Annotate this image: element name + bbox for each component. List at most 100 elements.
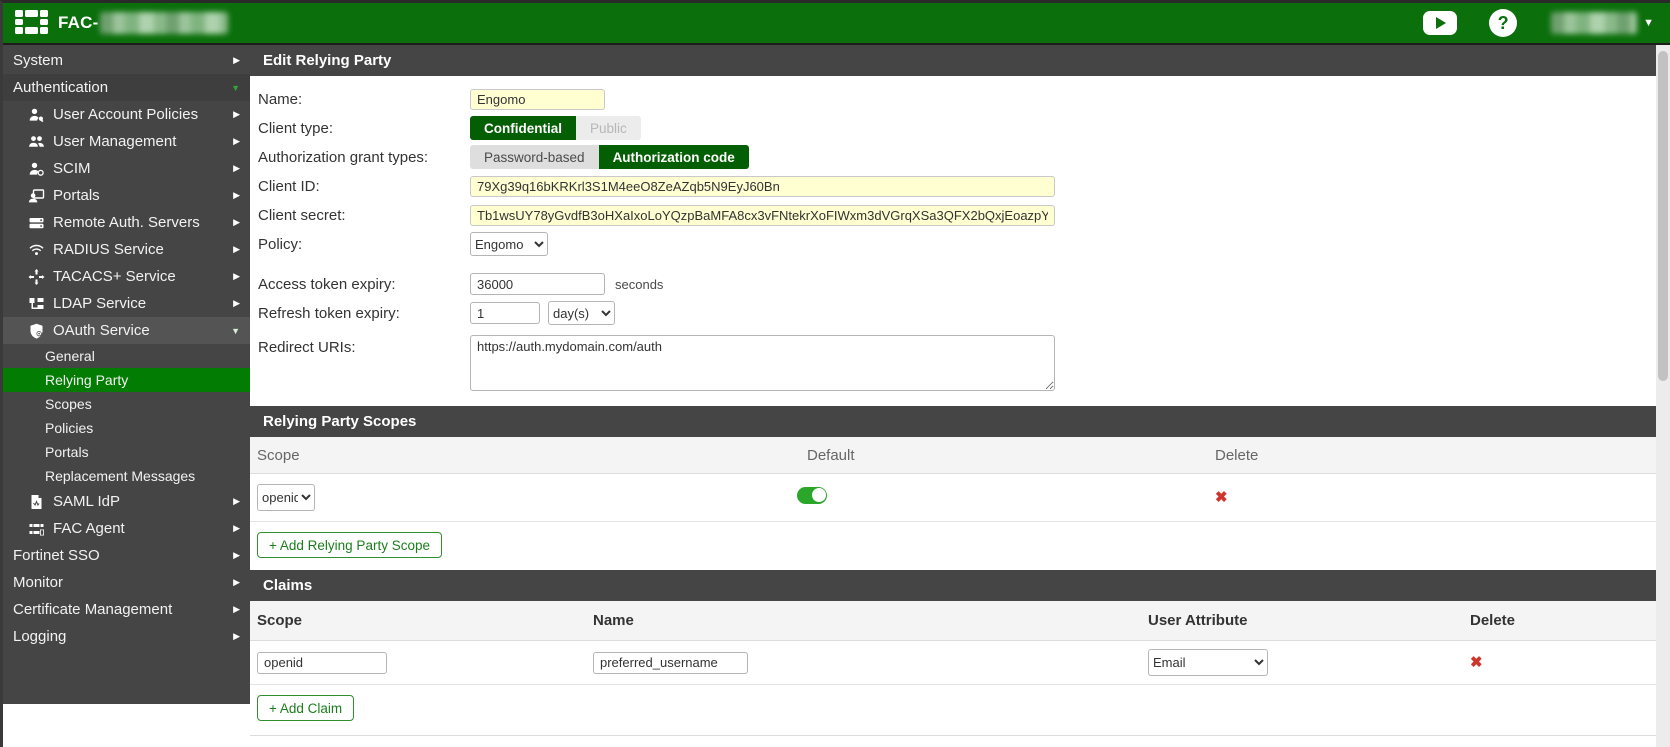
- chevron-down-icon: ▼: [231, 326, 240, 336]
- default-toggle[interactable]: [797, 487, 827, 504]
- sidebar-item-label: Remote Auth. Servers: [53, 214, 233, 231]
- client-type-label: Client type:: [258, 120, 470, 137]
- refresh-token-expiry-label: Refresh token expiry:: [258, 305, 470, 322]
- claim-name-input[interactable]: [593, 652, 748, 674]
- sidebar-item-scim[interactable]: SCIM▶: [3, 155, 250, 182]
- scopes-table-header: Scope Default Delete: [250, 437, 1656, 474]
- chevron-right-icon: ▶: [233, 298, 240, 309]
- sidebar-item-tacacs-service[interactable]: TACACS+ Service▶: [3, 263, 250, 290]
- client-secret-input[interactable]: [470, 205, 1055, 226]
- sidebar-item-label: Policies: [45, 420, 240, 436]
- sidebar-item-policies[interactable]: Policies: [3, 416, 250, 440]
- client-type-public-button: Public: [576, 116, 641, 140]
- sidebar-item-label: System: [13, 52, 233, 69]
- chevron-right-icon: ▶: [233, 55, 240, 66]
- sidebar-item-user-account-policies[interactable]: User Account Policies▶: [3, 101, 250, 128]
- relying-party-form: Name: Client type: Confidential Public A…: [250, 76, 1656, 406]
- sidebar-item-label: Fortinet SSO: [13, 547, 233, 564]
- scopes-header-scope: Scope: [250, 447, 793, 464]
- sidebar-item-monitor[interactable]: Monitor▶: [3, 569, 250, 596]
- sidebar-item-radius-service[interactable]: RADIUS Service▶: [3, 236, 250, 263]
- grant-types-toggle: Password-based Authorization code: [470, 145, 749, 169]
- scopes-header-default: Default: [793, 447, 1203, 464]
- username-redacted: [1551, 12, 1637, 34]
- video-tutorial-icon[interactable]: [1423, 11, 1457, 35]
- sidebar-item-scopes[interactable]: Scopes: [3, 392, 250, 416]
- claim-scope-input[interactable]: [257, 652, 387, 674]
- sidebar-item-general[interactable]: General: [3, 344, 250, 368]
- sidebar-item-replacement-messages[interactable]: Replacement Messages: [3, 464, 250, 488]
- vertical-scrollbar[interactable]: [1656, 45, 1670, 747]
- chevron-down-icon: ▼: [1643, 17, 1654, 29]
- chevron-right-icon: ▶: [233, 550, 240, 561]
- main-content: Edit Relying Party Name: Client type: Co…: [250, 45, 1670, 747]
- chevron-right-icon: ▶: [233, 109, 240, 120]
- grant-password-based-button[interactable]: Password-based: [470, 145, 599, 169]
- scrollbar-thumb[interactable]: [1658, 51, 1668, 381]
- scopes-table-row: openid ✖: [250, 474, 1656, 522]
- sidebar-item-authentication[interactable]: Authentication▼: [3, 74, 250, 101]
- redirect-uris-textarea[interactable]: https://auth.mydomain.com/auth: [470, 335, 1055, 391]
- chevron-right-icon: ▶: [233, 604, 240, 615]
- user-window-icon: [27, 188, 45, 204]
- sidebar-item-label: OAuth Service: [53, 322, 231, 339]
- help-icon[interactable]: ?: [1489, 9, 1517, 37]
- sidebar-item-label: Certificate Management: [13, 601, 233, 618]
- user-menu[interactable]: ▼: [1551, 12, 1654, 34]
- grant-types-label: Authorization grant types:: [258, 149, 470, 166]
- sidebar-item-portals[interactable]: Portals▶: [3, 182, 250, 209]
- grant-authorization-code-button[interactable]: Authorization code: [599, 145, 749, 169]
- delete-scope-icon[interactable]: ✖: [1215, 488, 1228, 506]
- claims-header-name: Name: [593, 612, 1148, 629]
- name-input[interactable]: [470, 89, 605, 110]
- chevron-right-icon: ▶: [233, 136, 240, 147]
- sidebar-item-logging[interactable]: Logging▶: [3, 623, 250, 650]
- access-token-expiry-input[interactable]: [470, 273, 605, 295]
- policy-select[interactable]: Engomo: [470, 232, 548, 256]
- users-icon: [27, 134, 45, 150]
- policy-label: Policy:: [258, 236, 470, 253]
- claims-section-title: Claims: [250, 570, 1656, 601]
- shield-icon: [27, 323, 45, 339]
- chevron-right-icon: ▶: [233, 163, 240, 174]
- sidebar-item-label: SAML IdP: [53, 493, 233, 510]
- claim-user-attribute-select[interactable]: Email: [1148, 649, 1268, 676]
- chevron-right-icon: ▶: [233, 244, 240, 255]
- claims-table-header: Scope Name User Attribute Delete: [250, 601, 1656, 641]
- sidebar-item-saml-idp[interactable]: SAML IdP▶: [3, 488, 250, 515]
- redirect-uris-label: Redirect URIs:: [258, 335, 470, 356]
- client-type-confidential-button[interactable]: Confidential: [470, 116, 576, 140]
- arrows-shield-icon: [27, 269, 45, 285]
- sidebar-nav: System▶Authentication▼User Account Polic…: [3, 45, 250, 704]
- sidebar-item-user-management[interactable]: User Management▶: [3, 128, 250, 155]
- chevron-right-icon: ▶: [233, 190, 240, 201]
- sidebar-item-system[interactable]: System▶: [3, 47, 250, 74]
- fortinet-grid-logo-icon[interactable]: [15, 10, 48, 36]
- add-relying-party-scope-button[interactable]: + Add Relying Party Scope: [257, 532, 442, 558]
- user-gear-icon: [27, 161, 45, 177]
- sidebar-item-label: FAC Agent: [53, 520, 233, 537]
- delete-claim-icon[interactable]: ✖: [1470, 653, 1483, 671]
- chevron-right-icon: ▶: [233, 496, 240, 507]
- sidebar-item-portals[interactable]: Portals: [3, 440, 250, 464]
- sidebar-item-remote-auth-servers[interactable]: Remote Auth. Servers▶: [3, 209, 250, 236]
- sidebar-item-relying-party[interactable]: Relying Party: [3, 368, 250, 392]
- sidebar-item-label: TACACS+ Service: [53, 268, 233, 285]
- chevron-right-icon: ▶: [233, 631, 240, 642]
- chevron-right-icon: ▶: [233, 271, 240, 282]
- sidebar-item-certificate-management[interactable]: Certificate Management▶: [3, 596, 250, 623]
- grid-badge-icon: [27, 521, 45, 537]
- sidebar-item-oauth-service[interactable]: OAuth Service▼: [3, 317, 250, 344]
- client-id-input[interactable]: [470, 176, 1055, 197]
- sidebar-item-fortinet-sso[interactable]: Fortinet SSO▶: [3, 542, 250, 569]
- scope-select[interactable]: openid: [257, 484, 315, 511]
- refresh-token-unit-select[interactable]: day(s): [548, 301, 615, 325]
- sidebar-item-label: Monitor: [13, 574, 233, 591]
- add-claim-button[interactable]: + Add Claim: [257, 695, 354, 721]
- refresh-token-expiry-input[interactable]: [470, 302, 540, 324]
- scopes-section-title: Relying Party Scopes: [250, 406, 1656, 437]
- claims-header-scope: Scope: [250, 612, 593, 629]
- sidebar-item-fac-agent[interactable]: FAC Agent▶: [3, 515, 250, 542]
- sidebar-item-ldap-service[interactable]: LDAP Service▶: [3, 290, 250, 317]
- topbar: FAC- ? ▼: [3, 3, 1670, 45]
